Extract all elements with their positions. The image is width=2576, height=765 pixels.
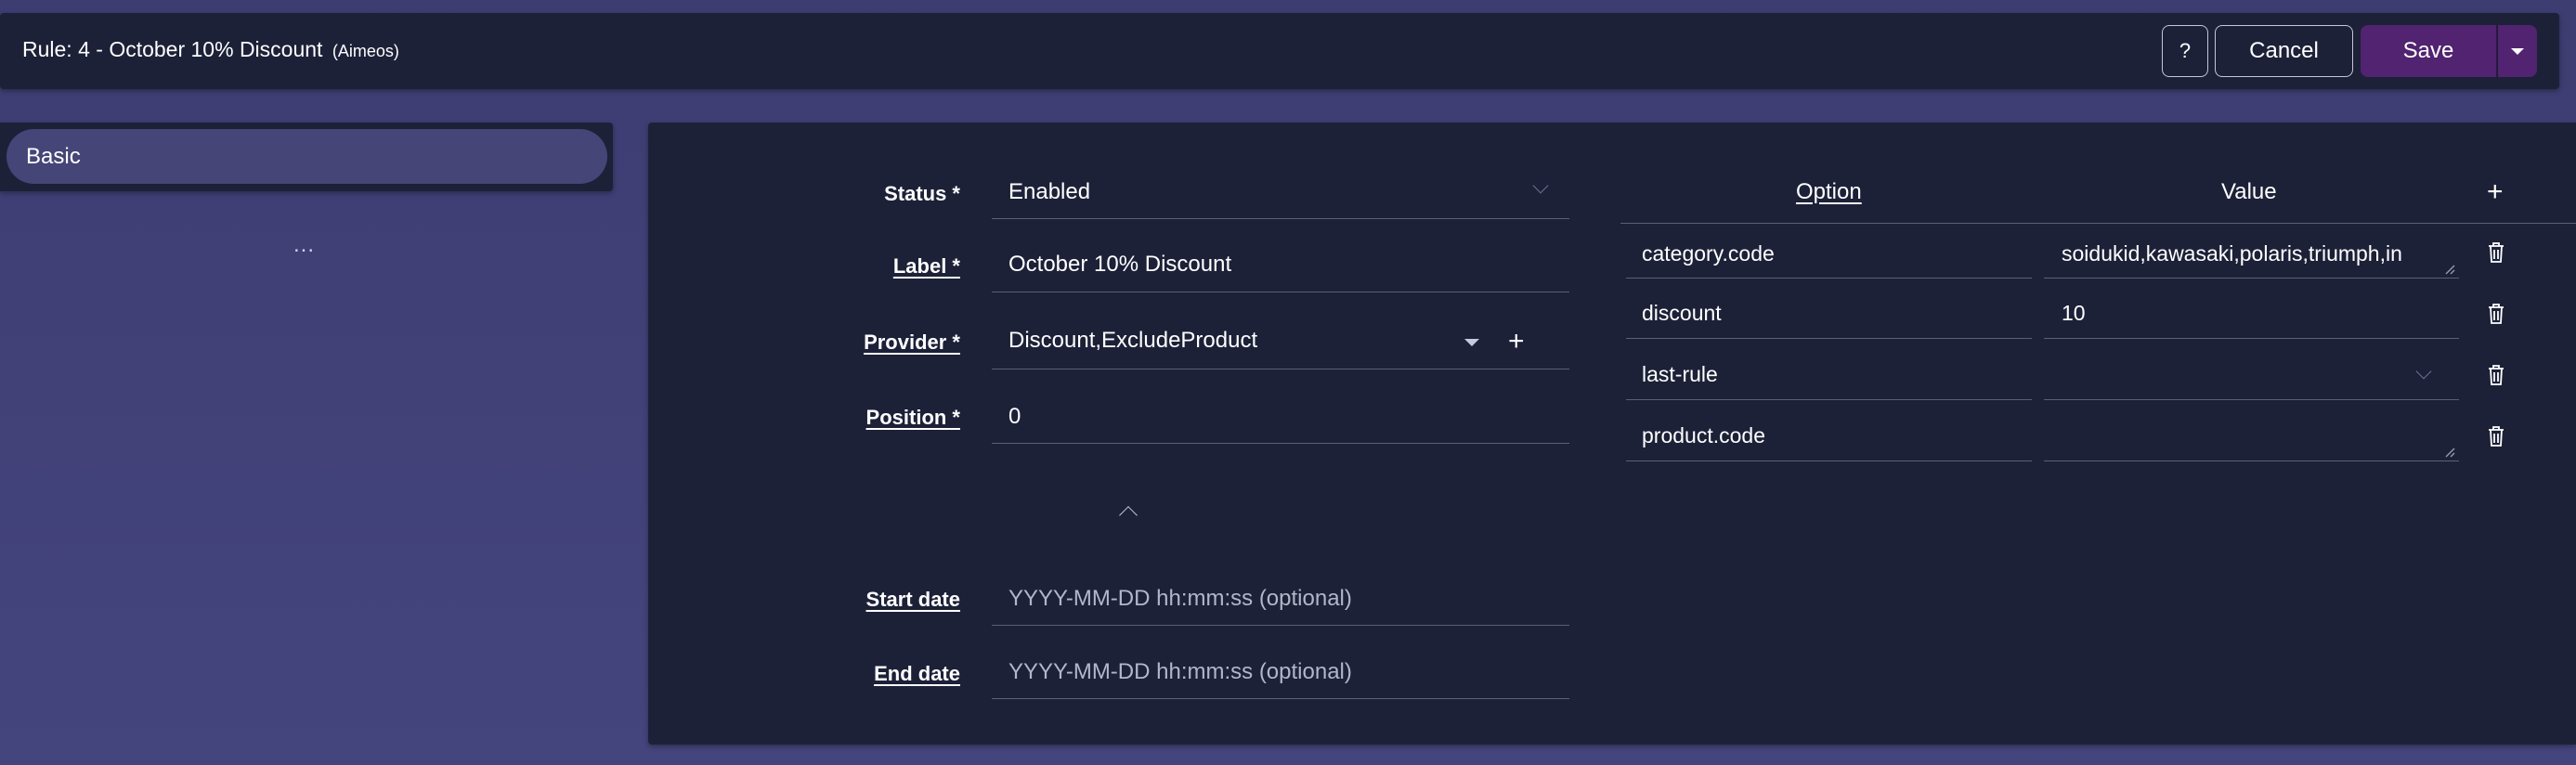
option-cell[interactable]: category.code [1642, 241, 1775, 266]
trash-icon[interactable] [2487, 364, 2505, 386]
resize-handle-icon[interactable] [2444, 264, 2455, 275]
label-input[interactable]: October 10% Discount [1008, 252, 1231, 278]
option-cell[interactable]: last-rule [1642, 362, 1718, 387]
plus-icon[interactable]: + [1508, 328, 1525, 356]
end-date-label: End date [874, 662, 960, 685]
provider-underline [992, 369, 1569, 370]
save-options-button[interactable] [2497, 25, 2537, 77]
option-underline [1626, 278, 2032, 279]
page-header: Rule: 4 - October 10% Discount (Aimeos) … [0, 13, 2559, 89]
cancel-button[interactable]: Cancel [2215, 25, 2353, 77]
basic-panel: Status * Enabled Label * October 10% Dis… [648, 123, 2576, 745]
add-option-button[interactable]: + [2487, 178, 2504, 206]
help-button[interactable]: ? [2162, 25, 2208, 77]
end-date-input[interactable]: YYYY-MM-DD hh:mm:ss (optional) [1008, 659, 1352, 685]
trash-icon[interactable] [2487, 303, 2505, 325]
value-underline [2044, 278, 2459, 279]
option-underline [1626, 460, 2032, 461]
option-cell[interactable]: product.code [1642, 423, 1765, 448]
value-cell[interactable]: soidukid,kawasaki,polaris,triumph,in [2062, 241, 2452, 279]
provider-input[interactable]: Discount,ExcludeProduct [1008, 328, 1257, 354]
caret-down-icon [2511, 47, 2524, 55]
trash-icon[interactable] [2487, 425, 2505, 447]
more-sections-button[interactable]: ... [293, 232, 315, 258]
save-button[interactable]: Save [2361, 25, 2496, 77]
start-date-label: Start date [865, 588, 960, 611]
trash-icon[interactable] [2487, 241, 2505, 264]
nav-item-basic[interactable]: Basic [7, 129, 607, 184]
label-label: Label * [892, 254, 960, 278]
chevron-down-icon [2415, 363, 2432, 380]
chevron-up-icon[interactable] [1119, 506, 1138, 525]
position-input[interactable]: 0 [1008, 404, 1021, 430]
caret-down-icon[interactable] [1464, 339, 1479, 346]
status-underline [992, 218, 1569, 219]
value-cell[interactable]: 10 [2062, 301, 2086, 326]
value-underline [2044, 338, 2459, 339]
option-underline [1626, 399, 2032, 400]
status-label: Status * [884, 182, 960, 205]
resize-handle-icon[interactable] [2444, 447, 2455, 458]
status-select[interactable]: Enabled [1008, 179, 1090, 205]
position-label: Position * [865, 406, 960, 429]
position-underline [992, 443, 1569, 444]
start-date-underline [992, 625, 1569, 626]
section-nav: Basic [0, 123, 613, 191]
provider-label: Provider * [864, 331, 960, 354]
site-label: (Aimeos) [332, 42, 399, 60]
value-column-header: Value [2221, 179, 2277, 204]
page-title: Rule: 4 - October 10% Discount (Aimeos) [22, 37, 399, 62]
option-column-header[interactable]: Option [1796, 179, 1862, 205]
config-header-divider [1620, 223, 2576, 224]
page-title-text: Rule: 4 - October 10% Discount [22, 37, 323, 61]
end-date-underline [992, 698, 1569, 699]
start-date-input[interactable]: YYYY-MM-DD hh:mm:ss (optional) [1008, 586, 1352, 612]
value-underline [2044, 399, 2459, 400]
option-underline [1626, 338, 2032, 339]
option-cell[interactable]: discount [1642, 301, 1722, 326]
chevron-down-icon [1532, 177, 1549, 194]
value-underline [2044, 460, 2459, 461]
